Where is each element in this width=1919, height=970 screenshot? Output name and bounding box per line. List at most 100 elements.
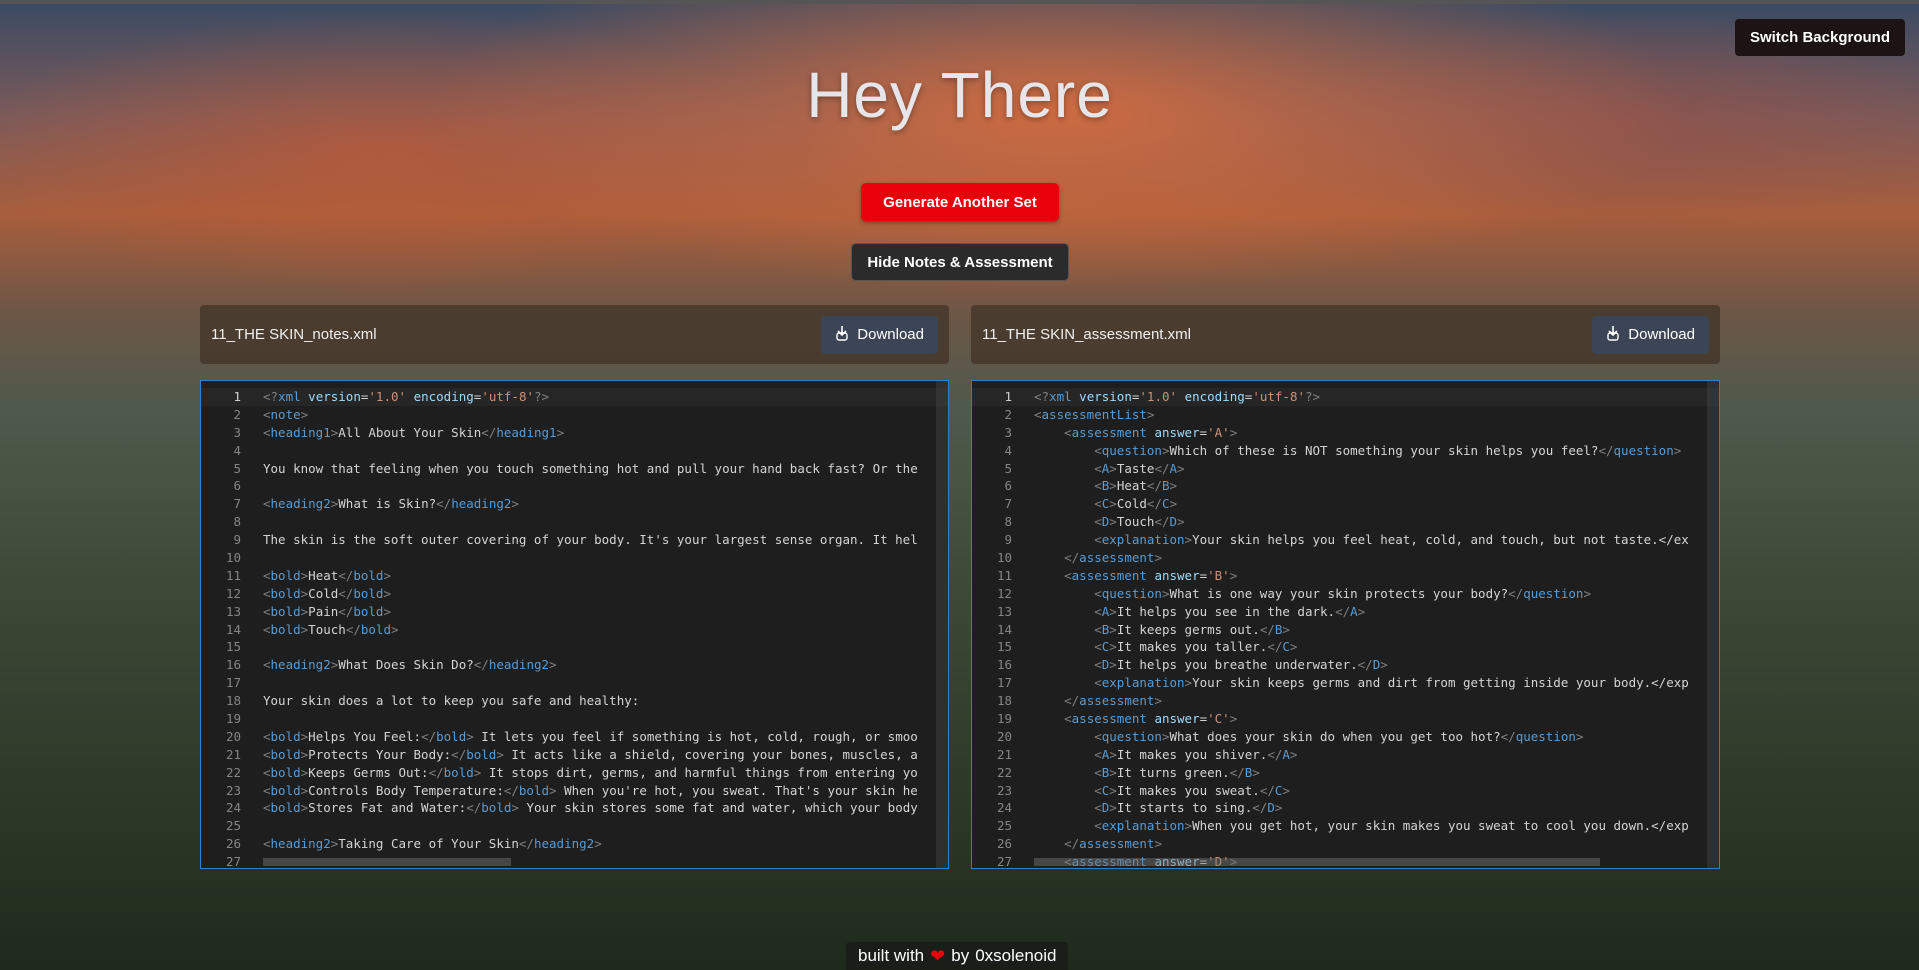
notes-code-line: 13 <bold>Pain</bold> <box>201 603 948 621</box>
line-code: <D>It helps you breathe underwater.</D> <box>1094 657 1388 673</box>
line-number: 7 <box>1004 496 1012 512</box>
line-code: <heading2>What Does Skin Do?</heading2> <box>263 657 557 673</box>
line-code: <heading2>What is Skin?</heading2> <box>263 496 519 512</box>
line-number: 26 <box>996 836 1012 852</box>
line-number: 12 <box>996 585 1012 601</box>
line-number: 9 <box>233 532 241 548</box>
notes-code-line: 10 <box>201 549 948 567</box>
notes-vertical-scrollbar[interactable] <box>936 381 948 868</box>
notes-code-line: 23 <bold>Controls Body Temperature:</bold… <box>201 782 948 800</box>
line-number: 4 <box>1004 442 1012 458</box>
line-number: 4 <box>233 442 241 458</box>
assessment-code-line: 23 <C>It makes you sweat.</C> <box>972 782 1719 800</box>
notes-code-editor[interactable]: 1 <?xml version='1.0' encoding='utf-8'?> 2… <box>200 380 949 869</box>
notes-code-line: 25 <box>201 817 948 835</box>
assessment-code-line: 13 <A>It helps you see in the dark.</A> <box>972 603 1719 621</box>
assessment-code-line: 24 <D>It starts to sing.</D> <box>972 799 1719 817</box>
line-number: 7 <box>233 496 241 512</box>
line-code: <bold>Stores Fat and Water:</bold> Your … <box>263 800 918 816</box>
assessment-code-line: 19 <assessment answer='C'> <box>972 710 1719 728</box>
line-code: You know that feeling when you touch som… <box>263 460 918 476</box>
assessment-code-editor[interactable]: 1 <?xml version='1.0' encoding='utf-8'?> 2… <box>971 380 1720 869</box>
line-code: <C>It makes you taller.</C> <box>1094 639 1298 655</box>
line-code: <bold>Pain</bold> <box>263 603 391 619</box>
download-icon <box>835 325 849 345</box>
line-code: Your skin does a lot to keep you safe an… <box>263 693 640 709</box>
notes-code-line: 6 <box>201 477 948 495</box>
notes-code-line: 4 <box>201 442 948 460</box>
line-number: 26 <box>225 836 241 852</box>
generate-another-set-button[interactable]: Generate Another Set <box>861 183 1059 221</box>
line-number: 23 <box>996 782 1012 798</box>
line-number: 14 <box>225 621 241 637</box>
line-number: 27 <box>225 854 241 869</box>
notes-code-line: 21 <bold>Protects Your Body:</bold> It ac… <box>201 746 948 764</box>
line-number: 20 <box>225 728 241 744</box>
assessment-code-line: 22 <B>It turns green.</B> <box>972 764 1719 782</box>
notes-code-line: 19 <box>201 710 948 728</box>
line-code: <?xml version='1.0' encoding='utf-8'?> <box>1034 389 1321 404</box>
line-code: <explanation>When you get hot, your skin… <box>1094 818 1689 834</box>
assessment-code-line: 5 <A>Taste</A> <box>972 460 1719 478</box>
top-border <box>0 0 1919 4</box>
assessment-filename: 11_THE SKIN_assessment.xml <box>982 326 1191 343</box>
line-code: <question>Which of these is NOT somethin… <box>1094 442 1682 458</box>
line-number: 9 <box>1004 532 1012 548</box>
line-number: 12 <box>225 585 241 601</box>
footer-built-with: built with <box>858 946 925 965</box>
notes-code-line: 8 <box>201 513 948 531</box>
assessment-code-line: 8 <D>Touch</D> <box>972 513 1719 531</box>
line-code: <?xml version='1.0' encoding='utf-8'?> <box>263 389 550 404</box>
assessment-download-button[interactable]: Download <box>1592 315 1709 354</box>
assessment-code-line: 26 </assessment> <box>972 835 1719 853</box>
assessment-code-line: 17 <explanation>Your skin keeps germs an… <box>972 674 1719 692</box>
line-number: 5 <box>233 460 241 476</box>
line-number: 25 <box>996 818 1012 834</box>
line-number: 18 <box>225 693 241 709</box>
line-number: 8 <box>1004 514 1012 530</box>
notes-code-line: 17 <box>201 674 948 692</box>
line-number: 25 <box>225 818 241 834</box>
footer-author: 0xsolenoid <box>975 946 1057 965</box>
assessment-code-line: 18 </assessment> <box>972 692 1719 710</box>
line-code: <assessment answer='A'> <box>1064 424 1238 440</box>
line-code: <heading2>Taking Care of Your Skin</head… <box>263 836 602 852</box>
line-code: <A>It helps you see in the dark.</A> <box>1094 603 1366 619</box>
notes-code-line: 20 <bold>Helps You Feel:</bold> It lets y… <box>201 728 948 746</box>
download-label: Download <box>1628 326 1695 343</box>
line-code: <assessmentList> <box>1034 406 1155 422</box>
line-code: <bold>Touch</bold> <box>263 621 399 637</box>
line-code: </assessment> <box>1064 836 1162 852</box>
line-number: 11 <box>225 567 241 583</box>
line-code: <B>It turns green.</B> <box>1094 764 1260 780</box>
line-number: 22 <box>996 764 1012 780</box>
line-number: 23 <box>225 782 241 798</box>
notes-code-line: 2 <note> <box>201 406 948 424</box>
line-number: 2 <box>233 406 241 422</box>
hide-notes-assessment-button[interactable]: Hide Notes & Assessment <box>851 243 1069 281</box>
assessment-horizontal-scrollbar[interactable] <box>1034 858 1600 866</box>
notes-panel-header: 11_THE SKIN_notes.xml Download <box>200 305 949 364</box>
line-number: 15 <box>996 639 1012 655</box>
assessment-code-line: 7 <C>Cold</C> <box>972 495 1719 513</box>
notes-filename: 11_THE SKIN_notes.xml <box>211 326 377 343</box>
line-number: 16 <box>225 657 241 673</box>
assessment-code-line: 10 </assessment> <box>972 549 1719 567</box>
line-number: 6 <box>1004 478 1012 494</box>
line-number: 24 <box>996 800 1012 816</box>
assessment-vertical-scrollbar[interactable] <box>1707 381 1719 868</box>
line-number: 13 <box>225 603 241 619</box>
notes-code-line: 9 The skin is the soft outer covering of … <box>201 531 948 549</box>
line-number: 11 <box>996 567 1012 583</box>
assessment-code-line: 12 <question>What is one way your skin p… <box>972 585 1719 603</box>
line-code: <question>What is one way your skin prot… <box>1094 585 1591 601</box>
line-number: 17 <box>225 675 241 691</box>
switch-background-button[interactable]: Switch Background <box>1734 19 1905 56</box>
line-number: 1 <box>1004 389 1012 404</box>
notes-download-button[interactable]: Download <box>821 315 938 354</box>
notes-code-line: 1 <?xml version='1.0' encoding='utf-8'?> <box>201 388 948 406</box>
download-icon <box>1606 325 1620 345</box>
line-code: <bold>Keeps Germs Out:</bold> It stops d… <box>263 764 918 780</box>
notes-horizontal-scrollbar[interactable] <box>263 858 511 866</box>
line-number: 19 <box>996 711 1012 727</box>
